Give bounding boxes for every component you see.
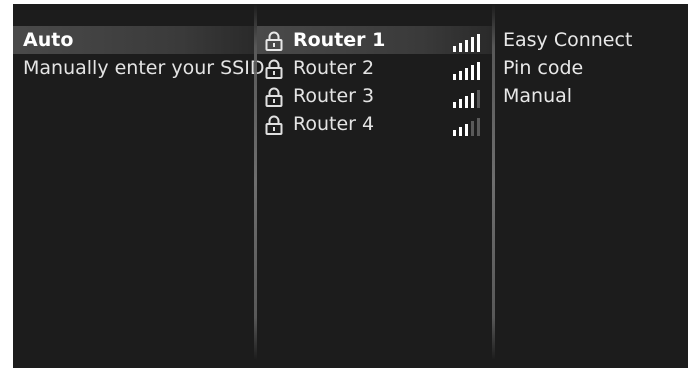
router-name: Router 1 (293, 29, 386, 51)
lock-icon (265, 115, 283, 135)
method-pin-code[interactable]: Pin code (495, 54, 688, 82)
signal-bar (471, 37, 474, 52)
signal-bar (471, 121, 474, 136)
lock-icon (265, 31, 283, 51)
router-item[interactable]: Router 1 (257, 26, 492, 54)
signal-strength-icon (453, 90, 480, 108)
ssid-mode-manual[interactable]: Manually enter your SSID (13, 54, 264, 82)
signal-bar (453, 74, 456, 80)
signal-bar (477, 118, 480, 136)
router-name: Router 4 (293, 113, 375, 135)
signal-strength-icon (453, 34, 480, 52)
lock-icon (265, 59, 283, 79)
connection-method-column: Easy Connect Pin code Manual (495, 4, 688, 368)
ssid-mode-column: Auto Manually enter your SSID (13, 4, 264, 368)
signal-strength-icon (453, 62, 480, 80)
signal-strength-icon (453, 118, 480, 136)
signal-bar (459, 127, 462, 136)
signal-bar (465, 40, 468, 52)
method-easy-connect-label: Easy Connect (503, 29, 633, 51)
signal-bar (477, 62, 480, 80)
signal-bar (453, 130, 456, 136)
ssid-mode-manual-label: Manually enter your SSID (23, 57, 265, 79)
router-item[interactable]: Router 2 (257, 54, 492, 82)
ssid-mode-auto-label: Auto (23, 29, 74, 51)
lock-icon (265, 87, 283, 107)
method-pin-code-label: Pin code (503, 57, 584, 79)
signal-bar (459, 71, 462, 80)
router-list-column: Router 1 Router 2 Router 3 Router 4 (257, 4, 492, 368)
method-easy-connect[interactable]: Easy Connect (495, 26, 688, 54)
signal-bar (477, 90, 480, 108)
signal-bar (465, 96, 468, 108)
router-item[interactable]: Router 4 (257, 110, 492, 138)
wireless-setup-screen: Auto Manually enter your SSID Router 1 R… (13, 4, 688, 368)
signal-bar (459, 43, 462, 52)
signal-bar (465, 124, 468, 136)
method-manual-label: Manual (503, 85, 573, 107)
signal-bar (453, 102, 456, 108)
router-name: Router 2 (293, 57, 375, 79)
ssid-mode-auto[interactable]: Auto (13, 26, 254, 54)
signal-bar (465, 68, 468, 80)
signal-bar (453, 46, 456, 52)
signal-bar (471, 65, 474, 80)
router-item[interactable]: Router 3 (257, 82, 492, 110)
router-name: Router 3 (293, 85, 375, 107)
method-manual[interactable]: Manual (495, 82, 688, 110)
signal-bar (477, 34, 480, 52)
signal-bar (459, 99, 462, 108)
signal-bar (471, 93, 474, 108)
